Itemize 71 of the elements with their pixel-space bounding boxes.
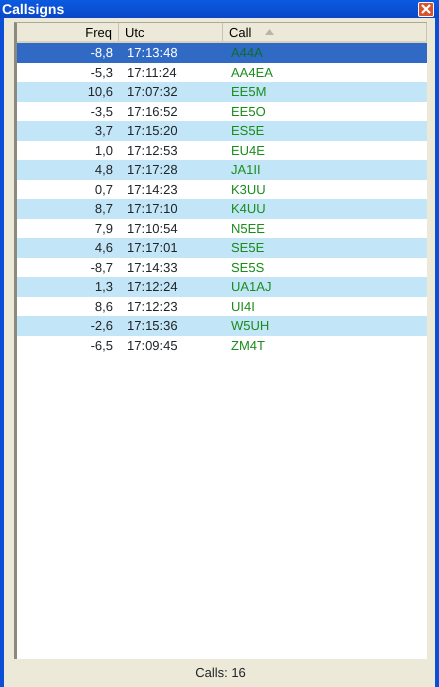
list-row[interactable]: -6,5 17:09:45 ZM4T [17,336,427,355]
close-icon [421,4,431,14]
list-row[interactable]: -3,5 17:16:52 EE5O [17,102,427,121]
window-title: Callsigns [2,1,64,17]
list-row[interactable]: 4,8 17:17:28 JA1II [17,160,427,180]
callsign-cell: UA1AJ [231,279,272,294]
utc-cell: 17:13:48 [127,45,178,60]
freq-cell: -8,8 [90,45,113,60]
callsign-cell: N5EE [231,220,265,236]
freq-cell: 0,7 [94,182,113,196]
freq-cell: -6,5 [90,338,113,352]
callsign-cell: EE5M [231,84,266,99]
callsign-cell: AA4EA [231,64,273,80]
freq-cell: 7,9 [94,220,113,236]
freq-cell: 8,7 [94,201,113,216]
freq-cell: -8,7 [90,260,113,274]
callsign-cell: ZM4T [231,338,265,352]
list-row[interactable]: 4,6 17:17:01 SE5E [17,238,427,258]
list-row[interactable]: 1,3 17:12:24 UA1AJ [17,277,427,296]
utc-cell: 17:17:28 [127,162,178,177]
callsign-cell: A44A [231,45,263,60]
list-row[interactable]: 10,6 17:07:32 EE5M [17,82,427,102]
utc-cell: 17:12:53 [127,142,178,158]
utc-cell: 17:17:10 [127,201,178,216]
column-header[interactable]: Call [223,23,427,41]
freq-cell: 8,6 [94,298,113,314]
list-row[interactable]: 7,9 17:10:54 N5EE [17,218,427,238]
utc-cell: 17:14:23 [127,182,178,196]
list-row[interactable]: 3,7 17:15:20 ES5E [17,121,427,140]
freq-cell: 4,6 [94,240,113,255]
utc-cell: 17:17:01 [127,240,178,255]
freq-cell: -2,6 [90,318,113,333]
utc-cell: 17:15:36 [127,318,178,333]
utc-cell: 17:10:54 [127,220,178,236]
callsign-cell: EU4E [231,142,265,158]
utc-cell: 17:16:52 [127,104,178,118]
callsign-cell: K3UU [231,182,266,196]
list-row[interactable]: -8,7 17:14:33 SE5S [17,258,427,277]
freq-cell: 3,7 [94,123,113,138]
freq-cell: 10,6 [88,84,113,99]
freq-cell: -5,3 [90,64,113,80]
utc-cell: 17:14:33 [127,260,178,274]
callsign-cell: SE5E [231,240,264,255]
list-row[interactable]: 8,6 17:12:23 UI4I [17,296,427,316]
freq-cell: 1,0 [94,142,113,158]
freq-cell: 1,3 [94,279,113,294]
close-button[interactable] [418,2,434,16]
column-header[interactable]: Utc [119,23,223,41]
callsign-cell: EE5O [231,104,266,118]
list-row[interactable]: 0,7 17:14:23 K3UU [17,180,427,199]
utc-cell: 17:15:20 [127,123,178,138]
callsign-cell: K4UU [231,201,266,216]
callsign-cell: SE5S [231,260,264,274]
utc-cell: 17:07:32 [127,84,178,99]
list-row[interactable]: -8,8 17:13:48 A44A [17,43,427,62]
list-row[interactable]: -2,6 17:15:36 W5UH [17,316,427,336]
list-row[interactable]: 1,0 17:12:53 EU4E [17,140,427,160]
callsign-cell: W5UH [231,318,270,333]
utc-cell: 17:12:24 [127,279,178,294]
freq-cell: 4,8 [94,162,113,177]
utc-cell: 17:12:23 [127,298,178,314]
list-row[interactable]: 8,7 17:17:10 K4UU [17,199,427,218]
callsign-cell: UI4I [231,298,255,314]
utc-cell: 17:09:45 [127,338,178,352]
freq-cell: -3,5 [90,104,113,118]
callsign-cell: ES5E [231,123,264,138]
list-row[interactable]: -5,3 17:11:24 AA4EA [17,62,427,82]
utc-cell: 17:11:24 [127,64,177,80]
column-header[interactable]: Freq [17,23,119,41]
status-text: Calls: 16 [195,664,246,682]
callsign-cell: JA1II [231,162,261,177]
